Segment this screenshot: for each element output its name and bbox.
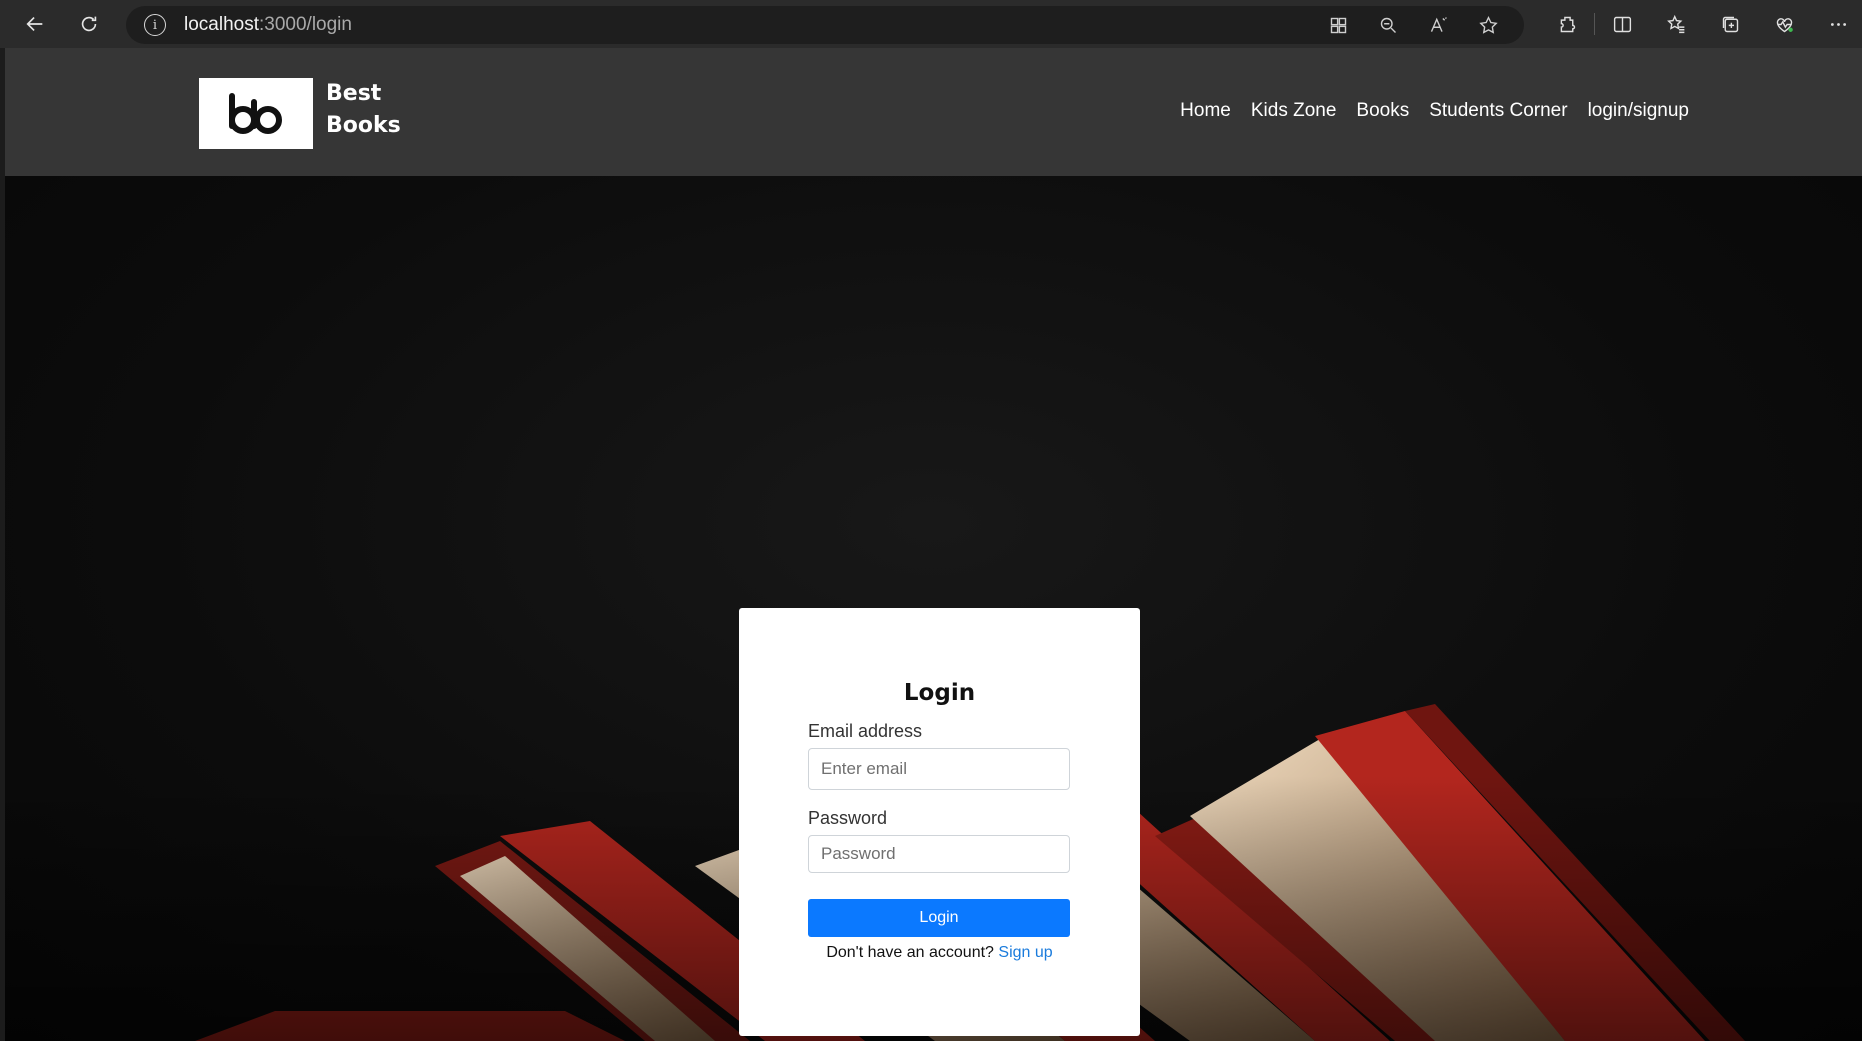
browser-toolbar: i localhost:3000/login — [0, 0, 1862, 48]
url-host: localhost — [184, 14, 259, 35]
login-button[interactable]: Login — [808, 899, 1070, 937]
favorite-button[interactable] — [1470, 12, 1506, 38]
site-header: Best Books Home Kids Zone Books Students… — [5, 48, 1862, 176]
app-grid-button[interactable] — [1320, 12, 1356, 38]
favorite-star-icon — [1478, 15, 1498, 34]
address-bar[interactable]: i localhost:3000/login — [126, 6, 1524, 44]
collections-button[interactable] — [1703, 7, 1757, 41]
brand-name[interactable]: Best Books — [326, 78, 401, 142]
nav-kids-zone[interactable]: Kids Zone — [1251, 100, 1337, 122]
email-label: Email address — [808, 721, 923, 741]
web-page: Best Books Home Kids Zone Books Students… — [5, 48, 1862, 1041]
extensions-icon — [1560, 16, 1575, 32]
bb-logo-icon — [229, 92, 282, 134]
url-text[interactable]: localhost:3000/login — [184, 14, 352, 36]
collections-icon — [1722, 16, 1738, 32]
nav-home[interactable]: Home — [1180, 100, 1231, 122]
hero-background: Login Email address Password Login Don't… — [5, 176, 1862, 1041]
nav-students-corner[interactable]: Students Corner — [1429, 100, 1567, 122]
brand-line-2: Books — [326, 113, 401, 138]
favorites-list-icon — [1666, 14, 1684, 33]
favorites-button[interactable] — [1649, 7, 1703, 41]
signup-row: Don't have an account? Sign up — [739, 944, 1140, 962]
logo[interactable] — [199, 78, 313, 149]
brand-line-1: Best — [326, 81, 382, 106]
app-grid-icon — [1330, 17, 1346, 33]
extensions-button[interactable] — [1540, 7, 1594, 41]
password-label: Password — [808, 808, 888, 828]
nav-login-signup[interactable]: login/signup — [1588, 100, 1689, 122]
split-screen-icon — [1613, 16, 1631, 32]
back-button[interactable] — [18, 7, 52, 41]
reload-button[interactable] — [72, 7, 106, 41]
browser-essentials-button[interactable] — [1757, 7, 1811, 41]
main-nav: Home Kids Zone Books Students Corner log… — [1180, 100, 1689, 122]
nav-books[interactable]: Books — [1356, 100, 1409, 122]
login-title: Login — [903, 680, 976, 706]
signup-link[interactable]: Sign up — [998, 944, 1052, 961]
more-menu-icon — [1830, 22, 1846, 26]
more-menu-button[interactable] — [1811, 7, 1862, 41]
signup-prompt: Don't have an account? — [826, 944, 994, 961]
read-aloud-button[interactable] — [1420, 12, 1456, 38]
zoom-out-icon — [1380, 17, 1396, 33]
zoom-out-button[interactable] — [1370, 12, 1406, 38]
url-path: :3000/login — [259, 14, 352, 35]
back-arrow-icon — [26, 16, 43, 32]
password-input[interactable] — [808, 835, 1070, 873]
browser-essentials-icon — [1776, 17, 1793, 32]
email-input[interactable] — [808, 748, 1070, 790]
split-screen-button[interactable] — [1595, 7, 1649, 41]
read-aloud-icon — [1430, 16, 1447, 32]
reload-icon — [81, 16, 97, 32]
login-card: Login Email address Password Login Don't… — [739, 608, 1140, 1036]
info-icon[interactable]: i — [144, 14, 166, 36]
